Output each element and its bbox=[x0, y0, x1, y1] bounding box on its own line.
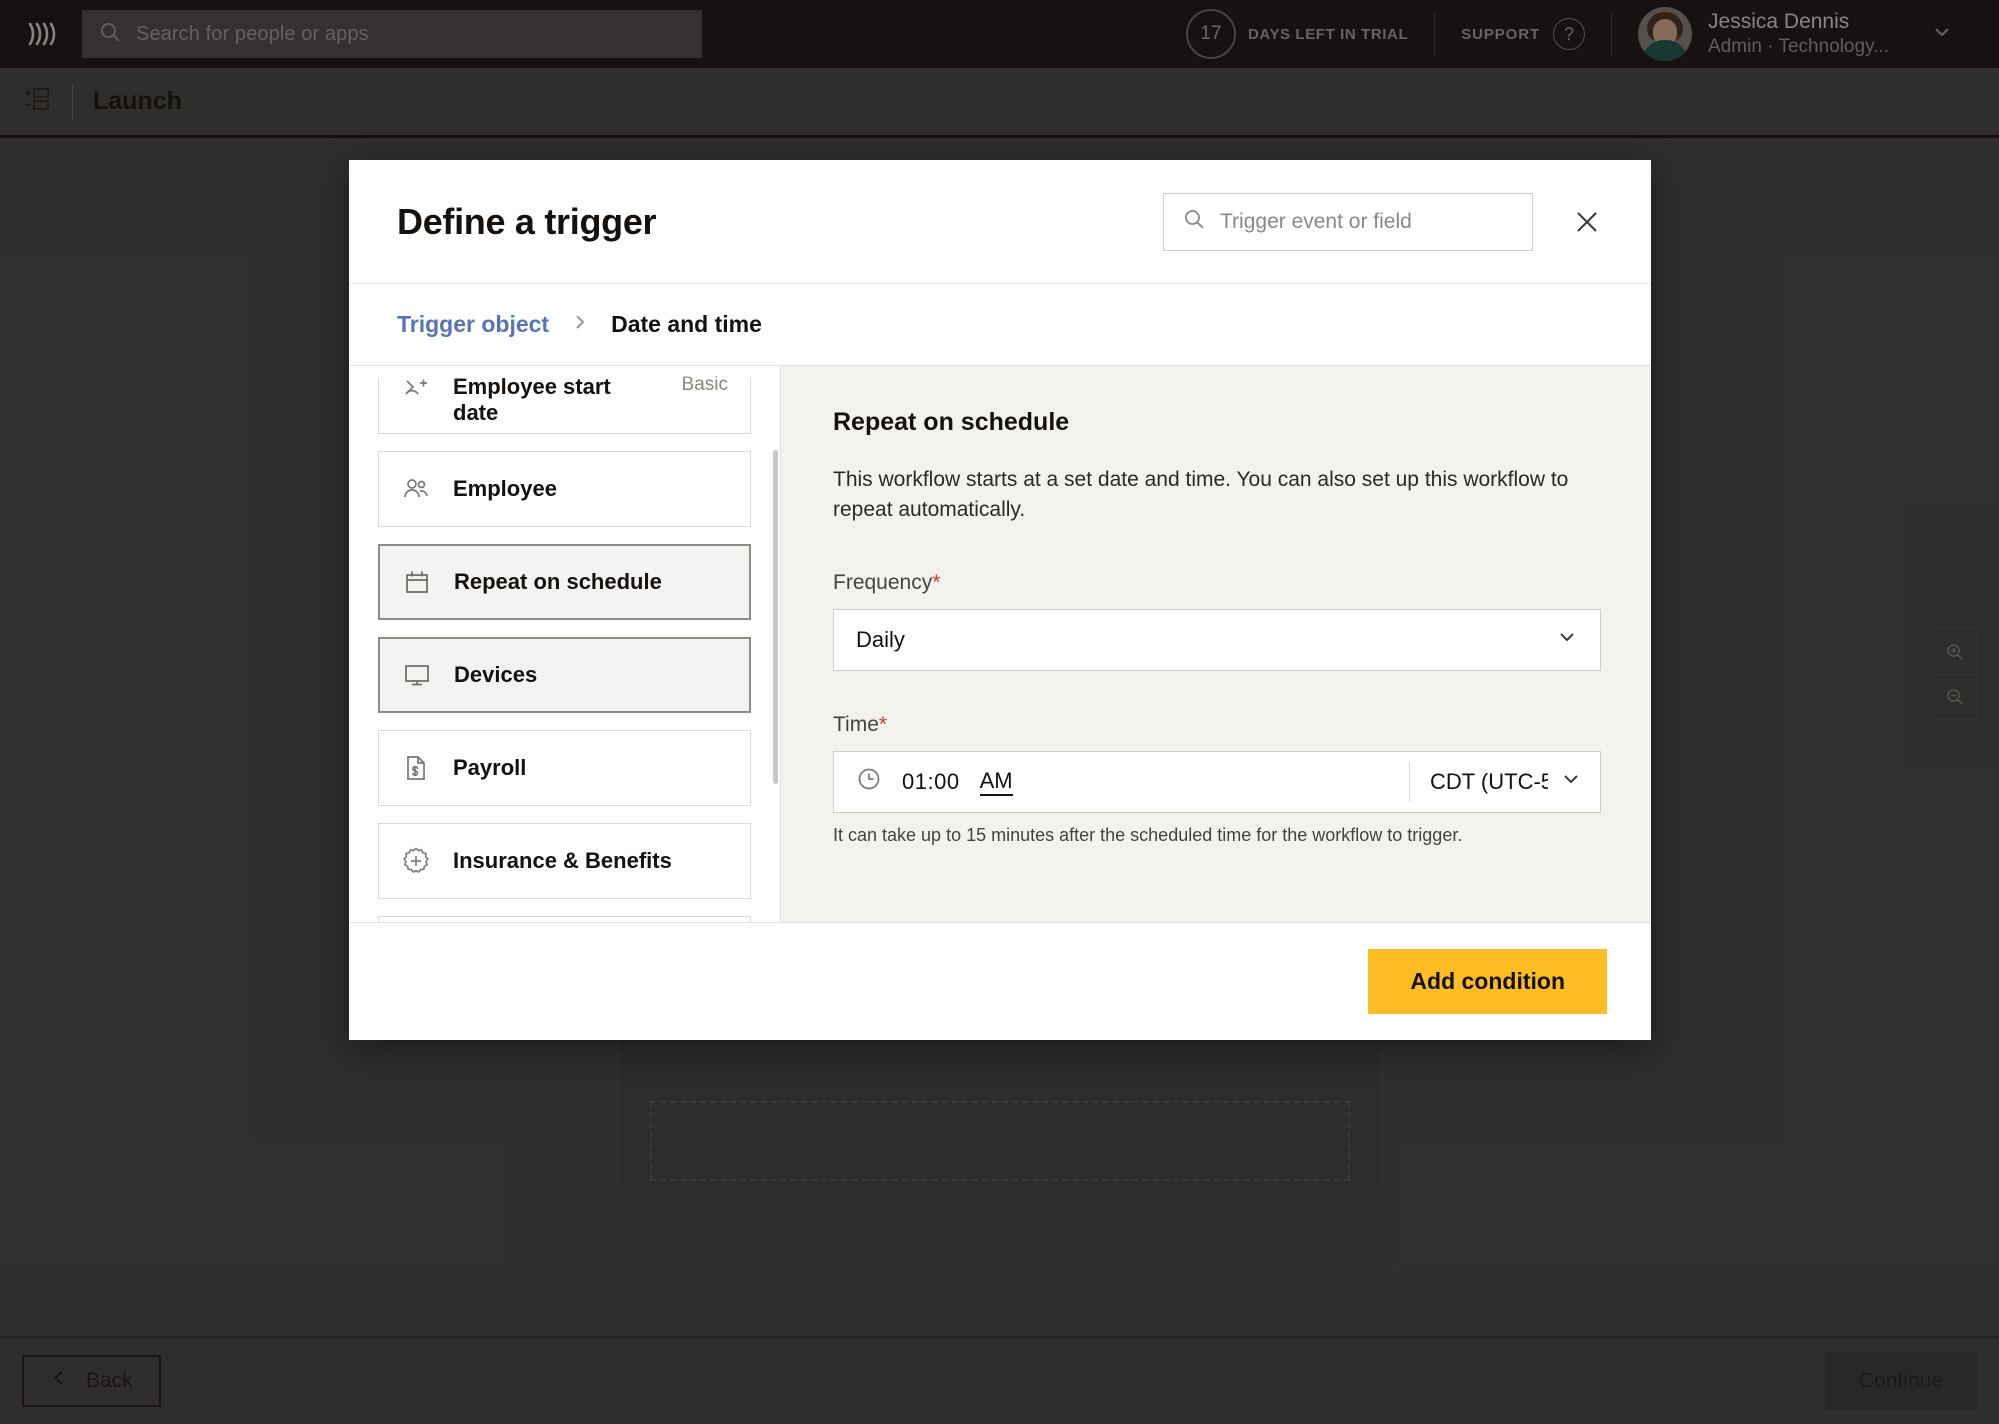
list-item-label: Insurance & Benefits bbox=[453, 848, 672, 873]
list-item-devices[interactable]: Devices bbox=[378, 637, 751, 713]
chevron-down-icon bbox=[1556, 626, 1578, 654]
required-asterisk: * bbox=[932, 570, 941, 594]
list-item-employee-start-date[interactable]: Employee start date Basic bbox=[378, 374, 751, 434]
calendar-icon bbox=[402, 567, 432, 597]
timezone-select[interactable]: CDT (UTC-5) bbox=[1410, 768, 1600, 795]
frequency-value: Daily bbox=[856, 626, 905, 652]
modal-title: Define a trigger bbox=[397, 200, 657, 242]
dollar-document-icon bbox=[401, 753, 431, 783]
list-item-label: Payroll bbox=[453, 755, 527, 780]
list-item-repeat-on-schedule[interactable]: Repeat on schedule bbox=[378, 544, 751, 620]
frequency-select[interactable]: Daily bbox=[833, 608, 1601, 671]
frequency-label-text: Frequency bbox=[833, 570, 933, 594]
close-icon[interactable] bbox=[1567, 202, 1607, 242]
add-condition-button[interactable]: Add condition bbox=[1368, 949, 1607, 1014]
list-scrollbar[interactable] bbox=[773, 374, 778, 914]
clock-icon bbox=[856, 766, 882, 797]
list-scrollbar-thumb[interactable] bbox=[773, 449, 778, 785]
time-field: 01:00 AM CDT (UTC-5) bbox=[833, 750, 1601, 813]
modal-footer: Add condition bbox=[349, 922, 1651, 1040]
time-field-label: Time* bbox=[833, 713, 1601, 737]
breadcrumb-current: Date and time bbox=[611, 311, 762, 337]
people-icon bbox=[401, 474, 431, 504]
define-trigger-modal: Define a trigger Trigger event or field … bbox=[349, 160, 1651, 1040]
time-value: 01:00 bbox=[902, 768, 960, 794]
required-asterisk: * bbox=[878, 712, 888, 736]
chevron-down-icon bbox=[1560, 768, 1582, 795]
trigger-object-list-scroll: Employee start date Basic Employee Repea… bbox=[378, 366, 751, 922]
list-item-label: Repeat on schedule bbox=[454, 569, 662, 594]
modal-header: Define a trigger Trigger event or field bbox=[349, 160, 1651, 284]
time-label-text: Time bbox=[833, 712, 879, 736]
person-add-icon bbox=[401, 374, 431, 404]
benefits-gear-icon bbox=[401, 846, 431, 876]
list-item-label: Employee bbox=[453, 476, 557, 501]
detail-title: Repeat on schedule bbox=[833, 408, 1070, 436]
time-meridiem[interactable]: AM bbox=[979, 768, 1013, 796]
time-input[interactable]: 01:00 AM bbox=[834, 766, 1409, 797]
list-item-employee[interactable]: Employee bbox=[378, 451, 751, 527]
timezone-value: CDT (UTC-5) bbox=[1430, 768, 1548, 794]
search-icon bbox=[1182, 207, 1206, 236]
list-item-badge: Basic bbox=[681, 374, 728, 395]
detail-description: This workflow starts at a set date and t… bbox=[833, 468, 1569, 521]
list-item-payroll[interactable]: Payroll bbox=[378, 730, 751, 806]
frequency-field-label: Frequency* bbox=[833, 571, 1601, 595]
list-item-label: Devices bbox=[454, 662, 538, 687]
chevron-right-icon bbox=[571, 313, 589, 336]
list-item-label: Employee start date bbox=[453, 374, 611, 425]
modal-body: Employee start date Basic Employee Repea… bbox=[349, 366, 1651, 922]
trigger-object-list: Employee start date Basic Employee Repea… bbox=[349, 366, 781, 922]
trigger-search-input[interactable]: Trigger event or field bbox=[1163, 192, 1533, 251]
list-item-time-off[interactable]: Time Off bbox=[378, 916, 751, 922]
list-item-insurance-benefits[interactable]: Insurance & Benefits bbox=[378, 823, 751, 899]
trigger-search-placeholder: Trigger event or field bbox=[1220, 209, 1412, 233]
breadcrumb: Trigger object Date and time bbox=[349, 284, 1651, 366]
time-hint: It can take up to 15 minutes after the s… bbox=[833, 824, 1463, 845]
breadcrumb-trigger-object[interactable]: Trigger object bbox=[397, 311, 549, 338]
monitor-icon bbox=[402, 660, 432, 690]
trigger-detail-panel: Repeat on schedule This workflow starts … bbox=[781, 366, 1651, 922]
